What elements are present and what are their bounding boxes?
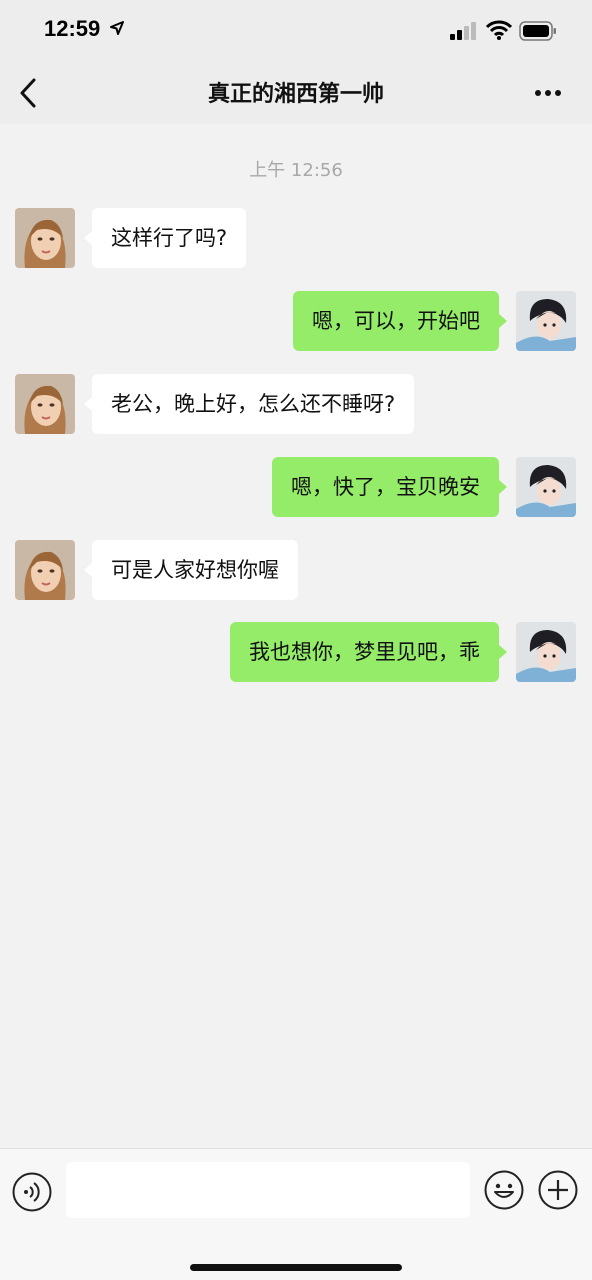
voice-icon	[12, 1172, 52, 1212]
status-time: 12:59	[44, 16, 101, 41]
message-input[interactable]	[66, 1162, 470, 1218]
chat-title: 真正的湘西第一帅	[207, 82, 384, 107]
emoji-icon	[484, 1170, 524, 1210]
nav-bar: 真正的湘西第一帅	[0, 62, 592, 124]
message-bubble-incoming[interactable]: 老公，晚上好，怎么还不睡呀?	[83, 374, 415, 434]
message-bubble-outgoing[interactable]: 我也想你，梦里见吧，乖	[230, 622, 507, 682]
plus-icon	[538, 1170, 578, 1210]
message-bubble-incoming[interactable]: 这样行了吗?	[83, 208, 247, 268]
wifi-icon	[486, 20, 512, 40]
voice-button[interactable]	[11, 1171, 53, 1213]
emoji-button[interactable]	[483, 1169, 525, 1211]
more-button[interactable]	[530, 82, 566, 104]
signal-icon	[450, 22, 476, 40]
contact-avatar[interactable]	[15, 540, 75, 600]
chat-area[interactable]: 上午 12:56 这样行了吗? 嗯，可以，开始吧 老公，晚上好，怎么还不睡呀? …	[0, 124, 592, 1148]
input-bar	[0, 1148, 592, 1280]
my-avatar[interactable]	[516, 457, 576, 517]
message-bubble-outgoing[interactable]: 嗯，快了，宝贝晚安	[272, 457, 507, 517]
contact-avatar[interactable]	[15, 374, 75, 434]
location-arrow-icon	[110, 21, 124, 35]
battery-icon	[519, 21, 556, 41]
my-avatar[interactable]	[516, 622, 576, 682]
plus-button[interactable]	[537, 1169, 579, 1211]
home-indicator	[190, 1264, 402, 1271]
status-bar: 12:59	[0, 0, 592, 62]
contact-avatar[interactable]	[15, 208, 75, 268]
message-bubble-outgoing[interactable]: 嗯，可以，开始吧	[293, 291, 507, 351]
message-bubble-incoming[interactable]: 可是人家好想你喔	[84, 540, 298, 600]
more-dots-icon	[535, 90, 561, 96]
my-avatar[interactable]	[516, 291, 576, 351]
message-timestamp: 上午 12:56	[249, 160, 343, 181]
